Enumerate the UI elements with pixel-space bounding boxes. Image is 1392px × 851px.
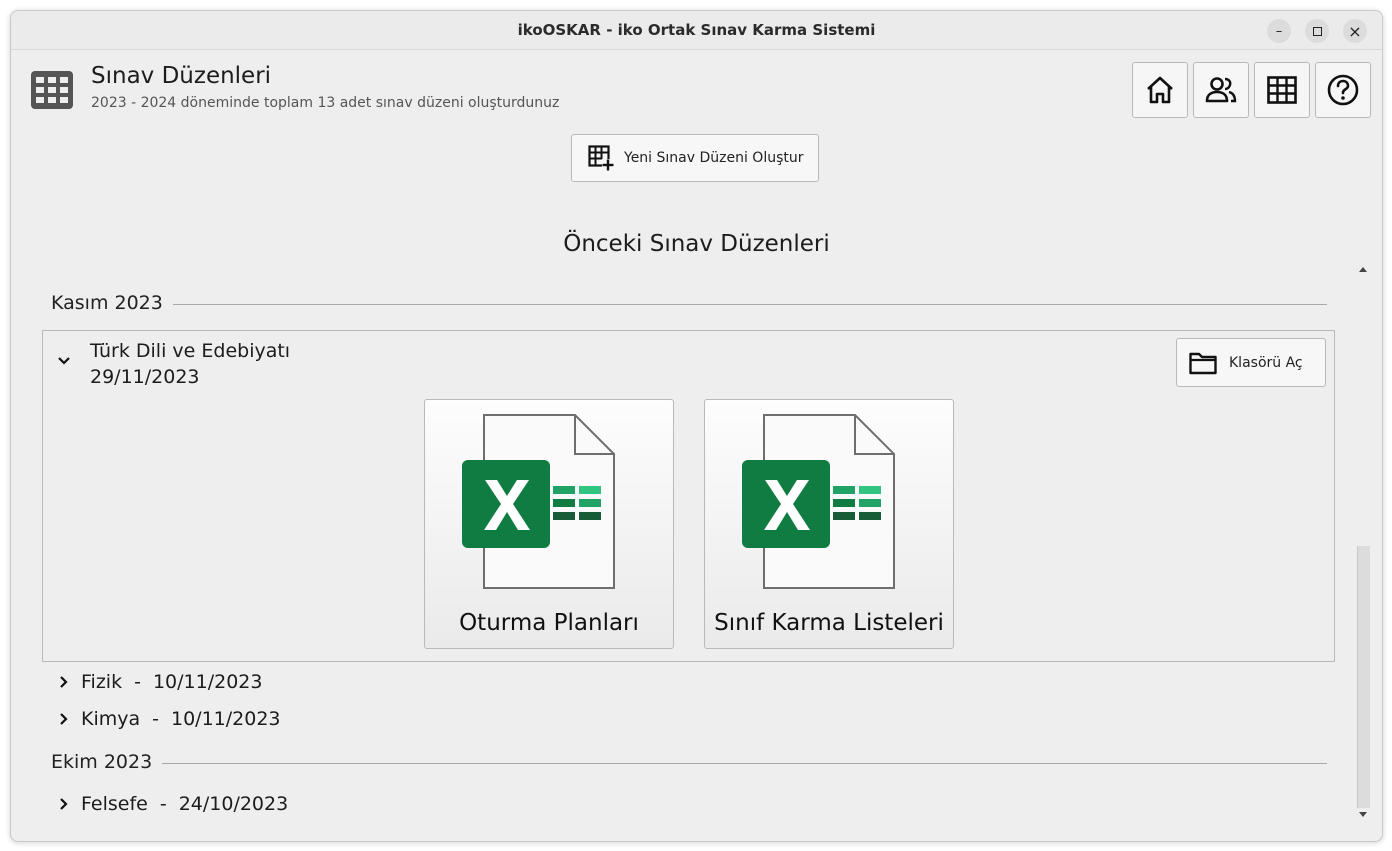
month-header: Kasım 2023 bbox=[51, 292, 1327, 314]
chevron-right-icon bbox=[60, 713, 68, 725]
minimize-button[interactable]: – bbox=[1267, 19, 1291, 43]
exam-item[interactable]: Felsefe - 24/10/2023 bbox=[59, 793, 288, 815]
exam-subject: Felsefe bbox=[81, 793, 148, 815]
month-label: Ekim 2023 bbox=[51, 751, 153, 773]
title-bar: ikoOSKAR - iko Ortak Sınav Karma Sistemi… bbox=[11, 11, 1382, 50]
maximize-button[interactable] bbox=[1305, 19, 1329, 43]
month-label: Kasım 2023 bbox=[51, 292, 163, 314]
page-title: Sınav Düzenleri bbox=[91, 63, 272, 89]
page-subtitle: 2023 - 2024 döneminde toplam 13 adet sın… bbox=[91, 95, 560, 111]
separator: - bbox=[159, 793, 167, 815]
separator: - bbox=[152, 708, 159, 730]
separator: - bbox=[134, 671, 141, 693]
exam-item[interactable]: Fizik - 10/11/2023 bbox=[59, 671, 262, 693]
help-button[interactable] bbox=[1315, 62, 1371, 118]
scroll-down-icon[interactable] bbox=[1356, 810, 1370, 820]
chevron-right-icon bbox=[60, 798, 68, 810]
open-folder-button[interactable]: Klasörü Aç bbox=[1176, 338, 1326, 387]
seating-plans-label: Oturma Planları bbox=[459, 610, 639, 636]
maximize-icon bbox=[1312, 26, 1322, 36]
exam-date: 29/11/2023 bbox=[90, 366, 200, 388]
table-icon bbox=[1267, 76, 1297, 104]
folder-icon bbox=[1189, 352, 1217, 374]
app-window: ikoOSKAR - iko Ortak Sınav Karma Sistemi… bbox=[10, 10, 1383, 842]
new-exam-layout-label: Yeni Sınav Düzeni Oluştur bbox=[624, 150, 804, 166]
month-header: Ekim 2023 bbox=[51, 751, 1327, 773]
exam-subject: Fizik bbox=[81, 671, 123, 693]
excel-icon bbox=[742, 414, 895, 589]
exam-subject[interactable]: Türk Dili ve Edebiyatı bbox=[90, 340, 290, 362]
exam-item[interactable]: Kimya - 10/11/2023 bbox=[59, 708, 281, 730]
open-folder-label: Klasörü Aç bbox=[1229, 354, 1303, 371]
scrollbar-thumb[interactable] bbox=[1357, 546, 1370, 808]
people-button[interactable] bbox=[1193, 62, 1249, 118]
divider bbox=[162, 762, 1327, 764]
exam-item-expanded: Türk Dili ve Edebiyatı 29/11/2023 Klasör… bbox=[42, 330, 1335, 662]
window-title: ikoOSKAR - iko Ortak Sınav Karma Sistemi bbox=[517, 21, 876, 39]
class-mix-lists-card[interactable]: Sınıf Karma Listeleri bbox=[704, 399, 954, 649]
seating-plans-card[interactable]: Oturma Planları bbox=[424, 399, 674, 649]
exam-subject: Kimya bbox=[81, 708, 141, 730]
chevron-right-icon bbox=[60, 676, 68, 688]
home-icon bbox=[1147, 76, 1173, 104]
scroll-up-icon[interactable] bbox=[1356, 264, 1370, 274]
exam-date: 24/10/2023 bbox=[178, 793, 289, 815]
people-icon bbox=[1205, 77, 1237, 103]
section-title: Önceki Sınav Düzenleri bbox=[563, 231, 830, 257]
excel-icon bbox=[462, 414, 615, 589]
table-button[interactable] bbox=[1254, 62, 1310, 118]
home-button[interactable] bbox=[1132, 62, 1188, 118]
close-icon: × bbox=[1348, 21, 1362, 41]
divider bbox=[172, 303, 1327, 305]
exam-date: 10/11/2023 bbox=[152, 671, 263, 693]
exam-date: 10/11/2023 bbox=[171, 708, 281, 730]
new-exam-layout-button[interactable]: Yeni Sınav Düzeni Oluştur bbox=[571, 134, 819, 182]
table-icon bbox=[31, 71, 73, 113]
chevron-down-icon[interactable] bbox=[57, 351, 71, 370]
help-icon bbox=[1327, 74, 1359, 106]
class-mix-lists-label: Sınıf Karma Listeleri bbox=[714, 610, 944, 636]
table-add-icon bbox=[588, 145, 614, 171]
minimize-icon: – bbox=[1275, 23, 1283, 39]
close-button[interactable]: × bbox=[1343, 19, 1367, 43]
